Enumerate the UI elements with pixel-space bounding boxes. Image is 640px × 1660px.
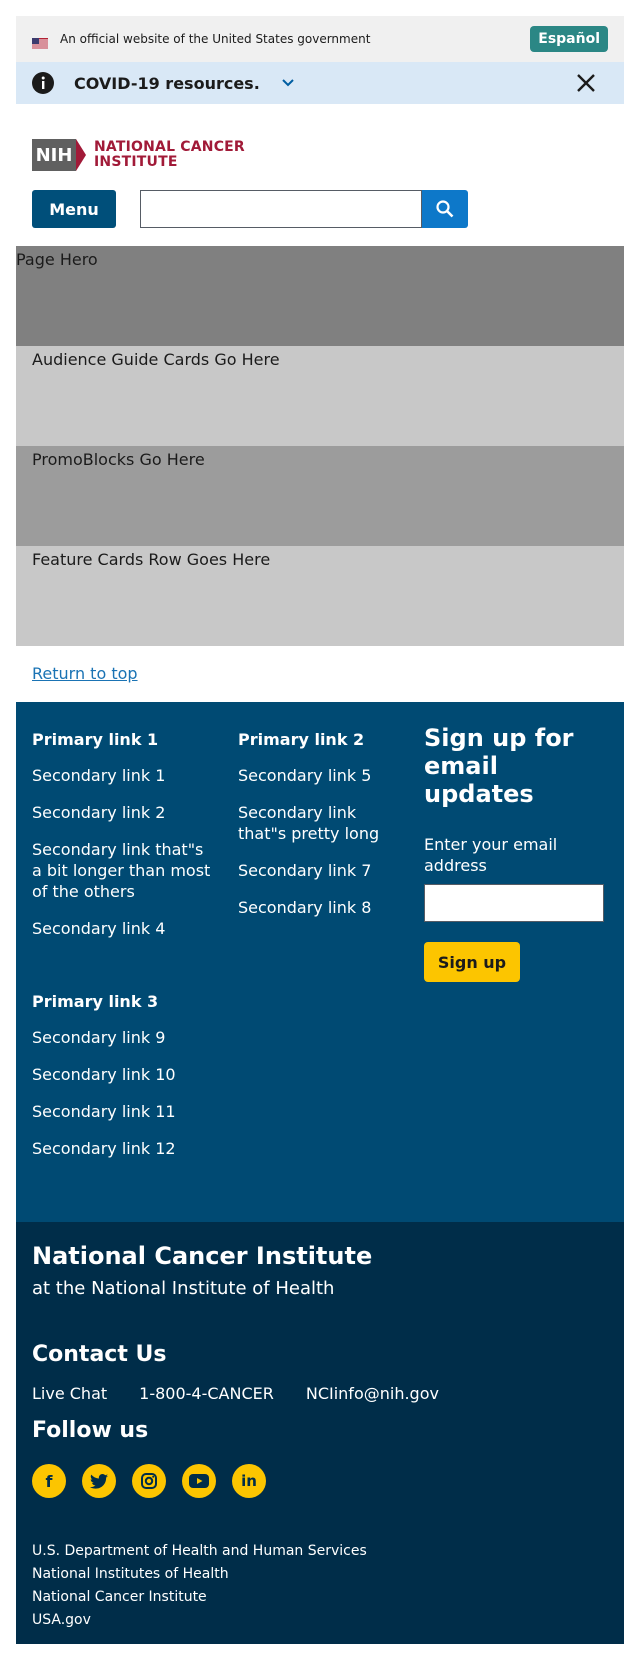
nih-link[interactable]: National Institutes of Health (32, 1563, 367, 1586)
facebook-icon[interactable]: f (32, 1464, 66, 1498)
secondary-link[interactable]: Secondary link that"s pretty long (238, 802, 408, 844)
secondary-link[interactable]: Secondary link 7 (238, 860, 408, 881)
secondary-link[interactable]: Secondary link 12 (32, 1138, 212, 1159)
footer-bottom: National Cancer Institute at the Nationa… (16, 1222, 624, 1644)
info-icon (32, 72, 54, 94)
page-hero-label: Page Hero (16, 250, 98, 269)
secondary-link[interactable]: Secondary link 1 (32, 765, 212, 786)
covid-resources-label[interactable]: COVID-19 resources. (74, 74, 260, 93)
close-icon[interactable] (576, 73, 596, 93)
org-title: National Cancer Institute (32, 1242, 373, 1270)
primary-link-2[interactable]: Primary link 2 (238, 730, 408, 749)
youtube-icon[interactable] (182, 1464, 216, 1498)
hhs-link[interactable]: U.S. Department of Health and Human Serv… (32, 1540, 367, 1563)
audience-guide-cards: Audience Guide Cards Go Here (16, 346, 624, 446)
secondary-link[interactable]: Secondary link 10 (32, 1064, 212, 1085)
social-links: f in (32, 1464, 282, 1498)
nci-link[interactable]: National Cancer Institute (32, 1586, 367, 1609)
search-button[interactable] (422, 190, 468, 228)
instagram-icon[interactable] (132, 1464, 166, 1498)
linkedin-icon[interactable]: in (232, 1464, 266, 1498)
usagov-link[interactable]: USA.gov (32, 1609, 367, 1632)
live-chat-link[interactable]: Live Chat (32, 1384, 107, 1403)
gov-banner-text: An official website of the United States… (60, 32, 371, 46)
return-to-top-link[interactable]: Return to top (32, 664, 138, 683)
secondary-link[interactable]: Secondary link 2 (32, 802, 212, 823)
signup-title: Sign up for email updates (424, 724, 574, 808)
contact-links: Live Chat 1-800-4-CANCER NCIinfo@nih.gov (32, 1384, 471, 1403)
us-flag-icon (32, 34, 48, 49)
search-icon (436, 200, 454, 218)
email-label: Enter your email address (424, 835, 558, 875)
espanol-button[interactable]: Español (530, 26, 608, 52)
signup-button[interactable]: Sign up (424, 942, 520, 982)
org-subtitle: at the National Institute of Health (32, 1278, 335, 1299)
footer-column-1: Primary link 1 Secondary link 1 Secondar… (32, 730, 212, 955)
email-link[interactable]: NCIinfo@nih.gov (306, 1384, 439, 1403)
secondary-link[interactable]: Secondary link 5 (238, 765, 408, 786)
page-hero: Page Hero (16, 246, 624, 346)
feature-cards-row: Feature Cards Row Goes Here (16, 546, 624, 646)
follow-title: Follow us (32, 1418, 149, 1443)
primary-link-1[interactable]: Primary link 1 (32, 730, 212, 749)
phone-link[interactable]: 1-800-4-CANCER (139, 1384, 274, 1403)
twitter-icon[interactable] (82, 1464, 116, 1498)
email-field[interactable] (424, 884, 604, 922)
promo-blocks-label: PromoBlocks Go Here (32, 450, 205, 469)
email-signup: Sign up for email updates Enter your ema… (424, 724, 608, 982)
contact-title: Contact Us (32, 1342, 167, 1367)
footer-nav: Primary link 1 Secondary link 1 Secondar… (16, 702, 624, 1222)
nci-logo[interactable]: NIH NATIONAL CANCER INSTITUTE (32, 138, 245, 172)
nih-logo-arrow (76, 139, 86, 171)
chevron-down-icon[interactable] (280, 75, 296, 91)
secondary-link[interactable]: Secondary link 8 (238, 897, 408, 918)
footer-column-2: Primary link 2 Secondary link 5 Secondar… (238, 730, 408, 934)
secondary-link[interactable]: Secondary link 9 (32, 1027, 212, 1048)
search-input[interactable] (140, 190, 422, 228)
footer-column-3: Primary link 3 Secondary link 9 Secondar… (32, 992, 212, 1175)
gov-banner: An official website of the United States… (16, 16, 624, 62)
nih-logo-mark: NIH (32, 139, 76, 171)
audience-guide-label: Audience Guide Cards Go Here (32, 350, 280, 369)
nci-logo-text: NATIONAL CANCER INSTITUTE (94, 140, 245, 170)
feature-cards-label: Feature Cards Row Goes Here (32, 550, 271, 569)
secondary-link[interactable]: Secondary link 4 (32, 918, 212, 939)
nci-logo-line1: NATIONAL CANCER (94, 139, 245, 155)
legal-links: U.S. Department of Health and Human Serv… (32, 1540, 367, 1632)
primary-link-3[interactable]: Primary link 3 (32, 992, 212, 1011)
promo-blocks: PromoBlocks Go Here (16, 446, 624, 546)
menu-button[interactable]: Menu (32, 190, 116, 228)
covid-banner: COVID-19 resources. (16, 62, 624, 104)
secondary-link[interactable]: Secondary link that"s a bit longer than … (32, 839, 212, 902)
secondary-link[interactable]: Secondary link 11 (32, 1101, 212, 1122)
nci-logo-line2: INSTITUTE (94, 154, 178, 170)
